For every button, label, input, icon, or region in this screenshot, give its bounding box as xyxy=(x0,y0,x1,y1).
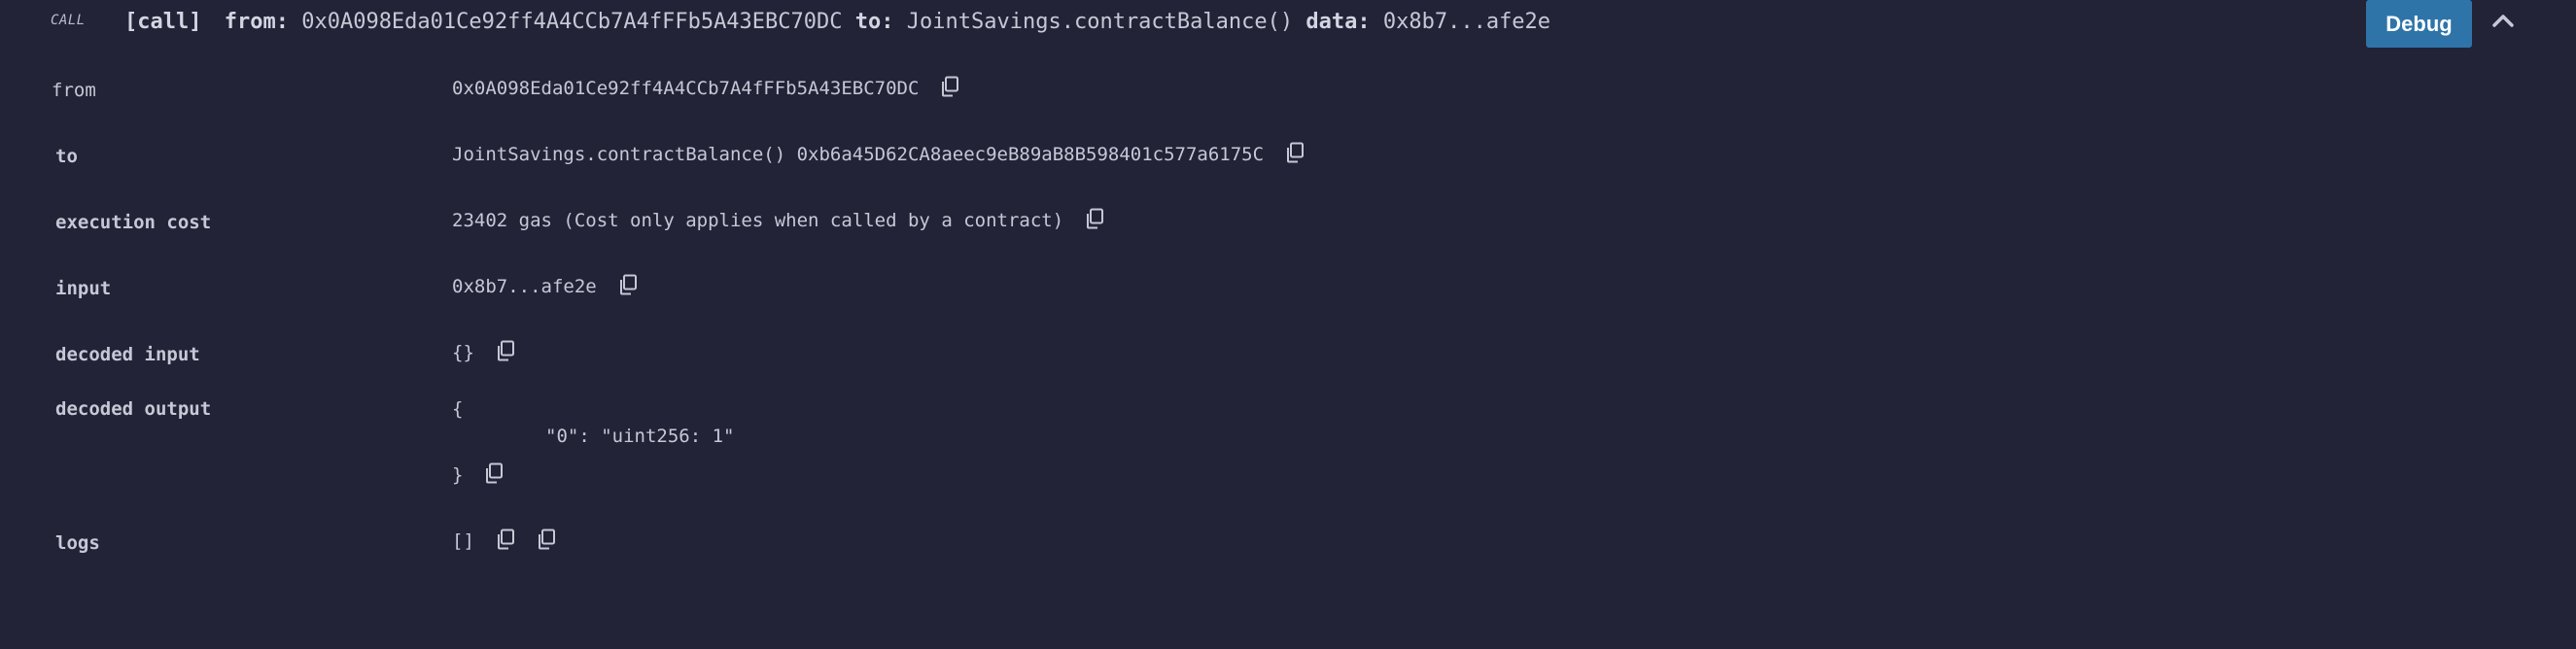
to-keyword: to: xyxy=(854,10,894,34)
data-keyword: data: xyxy=(1305,10,1371,34)
logs-value-text: [] xyxy=(452,530,474,552)
data-value: 0x8b7...afe2e xyxy=(1382,10,1551,34)
decoded-input-label: decoded input xyxy=(55,344,200,365)
chevron-up-icon[interactable] xyxy=(2489,6,2518,35)
from-label: from xyxy=(52,80,96,101)
execution-cost-text: 23402 gas (Cost only applies when called… xyxy=(452,210,1064,231)
from-keyword: from: xyxy=(224,10,289,34)
input-value: 0x8b7...afe2e xyxy=(452,274,638,297)
decoded-output-close: } xyxy=(452,462,504,486)
copy-icon[interactable] xyxy=(618,274,638,295)
transaction-summary: [call] from: 0x0A098Eda01Ce92ff4A4CCb7A4… xyxy=(124,6,1550,39)
from-value: 0x0A098Eda01Ce92ff4A4CCb7A4fFFb5A43EBC70… xyxy=(452,76,959,99)
copy-icon[interactable] xyxy=(537,529,556,550)
execution-cost-label: execution cost xyxy=(55,212,212,233)
debug-button[interactable]: Debug xyxy=(2366,0,2472,48)
to-function: JointSavings.contractBalance() xyxy=(906,10,1294,34)
decoded-output-entry: "0": "uint256: 1" xyxy=(545,426,735,447)
copy-icon[interactable] xyxy=(1085,208,1104,229)
logs-value: [] xyxy=(452,529,556,552)
to-value-text: JointSavings.contractBalance() 0xb6a45D6… xyxy=(452,144,1265,165)
decoded-output-close-brace: } xyxy=(452,464,464,486)
copy-icon[interactable] xyxy=(496,340,515,361)
to-label: to xyxy=(55,146,78,167)
decoded-input-value: {} xyxy=(452,340,515,363)
input-label: input xyxy=(55,278,112,299)
decoded-input-text: {} xyxy=(452,342,474,363)
logs-label: logs xyxy=(55,532,100,554)
decoded-output-open-brace: { xyxy=(452,398,464,420)
call-tag: [call] xyxy=(124,10,202,34)
decoded-output-label: decoded output xyxy=(55,398,212,420)
from-address: 0x0A098Eda01Ce92ff4A4CCb7A4fFFb5A43EBC70… xyxy=(301,10,843,34)
call-badge: CALL xyxy=(51,13,86,28)
copy-icon[interactable] xyxy=(484,462,504,484)
from-value-text: 0x0A098Eda01Ce92ff4A4CCb7A4fFFb5A43EBC70… xyxy=(452,78,920,99)
to-value: JointSavings.contractBalance() 0xb6a45D6… xyxy=(452,142,1305,165)
copy-icon[interactable] xyxy=(496,529,515,550)
transaction-header[interactable]: CALL [call] from: 0x0A098Eda01Ce92ff4A4C… xyxy=(0,0,2576,48)
execution-cost-value: 23402 gas (Cost only applies when called… xyxy=(452,208,1104,231)
copy-icon[interactable] xyxy=(1285,142,1305,163)
copy-icon[interactable] xyxy=(940,76,959,97)
input-value-text: 0x8b7...afe2e xyxy=(452,276,597,297)
